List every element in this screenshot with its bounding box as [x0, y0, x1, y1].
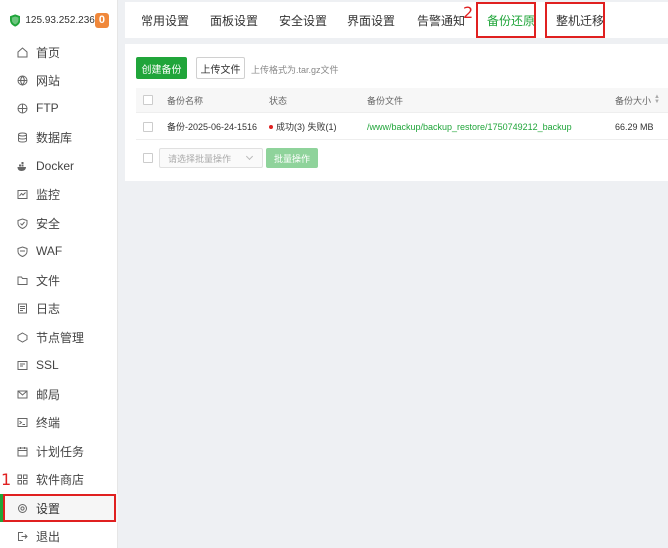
backup-status-text: 成功(3) 失败(1)	[276, 122, 337, 132]
sidebar-item-logout[interactable]: 退出	[0, 522, 118, 548]
sidebar-item-store[interactable]: 软件商店	[0, 465, 118, 493]
calendar-icon	[17, 446, 28, 457]
select-all-checkbox[interactable]	[143, 95, 153, 105]
sidebar-item-label: 监控	[36, 187, 61, 202]
annotation-marker-2: 2	[463, 3, 474, 22]
sidebar-item-ssl[interactable]: SSL	[0, 351, 118, 379]
sidebar-item-home[interactable]: 首页	[0, 38, 118, 66]
apps-icon	[17, 474, 28, 485]
sidebar-item-mail[interactable]: 邮局	[0, 380, 118, 408]
gear-icon	[17, 503, 28, 514]
mail-icon	[17, 389, 28, 400]
sidebar-item-label: 网站	[36, 73, 61, 88]
batch-operation-button[interactable]: 批量操作	[266, 148, 318, 168]
sidebar-item-label: 首页	[36, 45, 61, 60]
sidebar-item-settings[interactable]: 设置	[0, 494, 118, 522]
table-row: 备份-2025-06-24-1516 成功(3) 失败(1) /www/back…	[136, 114, 668, 140]
sidebar-item-files[interactable]: 文件	[0, 266, 118, 294]
sidebar-item-label: 文件	[36, 273, 61, 288]
column-header-status: 状态	[269, 95, 288, 106]
tab-migration[interactable]: 整机迁移	[556, 2, 604, 38]
tab-interface[interactable]: 界面设置	[347, 2, 395, 38]
node-icon	[17, 331, 28, 343]
backup-file-link[interactable]: /www/backup/backup_restore/1750749212_ba…	[367, 114, 572, 139]
batch-actions: 请选择批量操作 批量操作	[136, 148, 436, 168]
folder-icon	[17, 275, 28, 286]
sidebar: 125.93.252.236 0 首页 网站 FTP 数据库 Docker 监控…	[0, 0, 118, 548]
chevron-down-icon	[245, 152, 254, 161]
sidebar-item-label: 计划任务	[36, 444, 85, 459]
create-backup-button[interactable]: 创建备份	[136, 57, 187, 79]
sort-icon: ▲ ▼	[654, 94, 660, 105]
backup-name: 备份-2025-06-24-1516	[167, 122, 258, 132]
sidebar-item-label: 终端	[36, 415, 61, 430]
terminal-icon	[17, 417, 28, 428]
sidebar-item-ftp[interactable]: FTP	[0, 94, 118, 122]
sidebar-item-label: 邮局	[36, 387, 61, 402]
settings-tabbar: 常用设置 面板设置 安全设置 界面设置 告警通知 备份还原 整机迁移	[125, 2, 668, 38]
globe-icon	[17, 75, 28, 86]
shield-icon	[17, 217, 28, 229]
sidebar-item-label: 数据库	[36, 130, 73, 145]
tab-backup-restore[interactable]: 备份还原	[487, 2, 535, 38]
waf-icon	[17, 245, 28, 257]
tab-general[interactable]: 常用设置	[141, 2, 189, 38]
sidebar-item-database[interactable]: 数据库	[0, 123, 118, 151]
notification-badge[interactable]: 0	[94, 12, 109, 28]
backup-status[interactable]: 成功(3) 失败(1)	[269, 114, 337, 139]
sidebar-item-website[interactable]: 网站	[0, 66, 118, 94]
backup-panel: 创建备份 上传文件 上传格式为.tar.gz文件 备份名称 状态 备份文件 备份…	[125, 44, 668, 181]
upload-hint: 上传格式为.tar.gz文件	[251, 65, 339, 75]
logo-shield-icon	[10, 13, 21, 27]
sidebar-item-logs[interactable]: 日志	[0, 294, 118, 322]
sidebar-item-label: 设置	[36, 501, 61, 516]
sidebar-item-cron[interactable]: 计划任务	[0, 437, 118, 465]
sidebar-item-label: 安全	[36, 216, 61, 231]
sidebar-item-monitor[interactable]: 监控	[0, 180, 118, 208]
status-dot-icon	[269, 124, 273, 129]
sidebar-item-security[interactable]: 安全	[0, 209, 118, 237]
column-header-size[interactable]: 备份大小 ▲ ▼	[615, 88, 660, 112]
log-icon	[17, 303, 28, 314]
tab-security[interactable]: 安全设置	[279, 2, 327, 38]
ssl-icon	[17, 360, 28, 371]
tab-panel[interactable]: 面板设置	[210, 2, 258, 38]
column-header-name: 备份名称	[167, 95, 204, 106]
batch-select-placeholder: 请选择批量操作	[168, 153, 232, 164]
logout-icon	[17, 531, 28, 542]
row-checkbox[interactable]	[143, 121, 153, 132]
ftp-icon	[17, 103, 28, 114]
sidebar-item-label: 节点管理	[36, 330, 85, 345]
server-header: 125.93.252.236 0	[0, 0, 117, 40]
server-ip: 125.93.252.236	[25, 14, 95, 26]
home-icon	[17, 46, 28, 58]
backup-size: 66.29 MB	[615, 121, 654, 132]
batch-checkbox[interactable]	[143, 153, 153, 163]
tab-alerts[interactable]: 告警通知	[417, 2, 465, 38]
docker-icon	[17, 161, 28, 172]
sidebar-item-label: SSL	[36, 358, 59, 372]
sidebar-item-label: WAF	[36, 244, 63, 258]
sidebar-item-nodes[interactable]: 节点管理	[0, 323, 118, 351]
sidebar-item-label: Docker	[36, 159, 75, 173]
sidebar-item-label: FTP	[36, 101, 59, 115]
column-header-file: 备份文件	[367, 95, 404, 106]
database-icon	[17, 132, 28, 143]
sidebar-item-label: 日志	[36, 301, 61, 316]
sidebar-item-terminal[interactable]: 终端	[0, 408, 118, 436]
annotation-marker-1: 1	[1, 470, 12, 489]
batch-operation-select[interactable]: 请选择批量操作	[159, 148, 263, 168]
table-header: 备份名称 状态 备份文件 备份大小 ▲ ▼	[136, 88, 668, 113]
column-header-size-label: 备份大小	[615, 95, 652, 106]
sidebar-item-label: 退出	[36, 529, 61, 544]
monitor-icon	[17, 189, 28, 200]
sidebar-item-waf[interactable]: WAF	[0, 237, 118, 265]
sidebar-item-docker[interactable]: Docker	[0, 152, 118, 180]
sidebar-item-label: 软件商店	[36, 472, 85, 487]
upload-file-button[interactable]: 上传文件	[196, 57, 245, 79]
